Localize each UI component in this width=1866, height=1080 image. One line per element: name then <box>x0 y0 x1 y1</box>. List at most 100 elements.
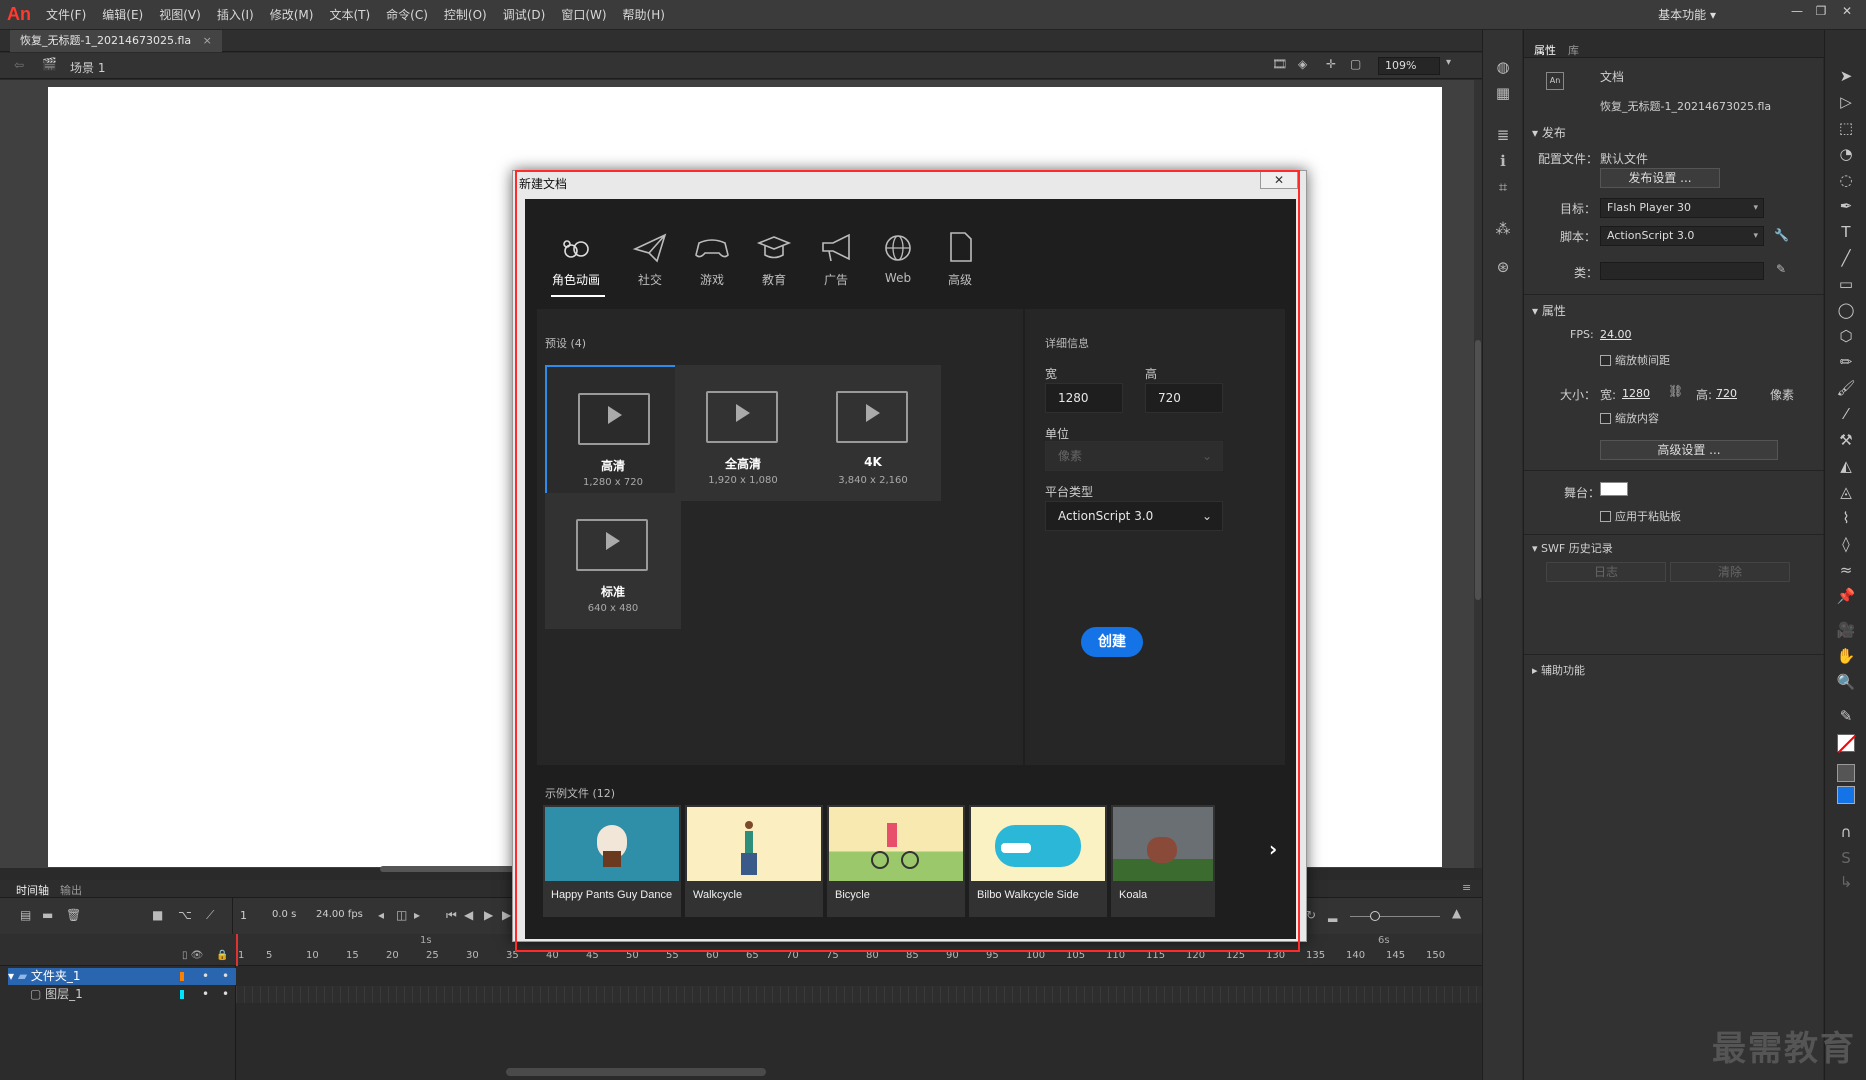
polystar-tool-icon[interactable]: ⬡ <box>1836 326 1856 346</box>
selection-tool-icon[interactable]: ➤ <box>1836 66 1856 86</box>
center-stage-icon[interactable]: ✛ <box>1326 57 1336 71</box>
target-select[interactable]: Flash Player 30 ▾ <box>1600 198 1764 218</box>
clip-stage-icon[interactable]: ▢ <box>1350 57 1361 71</box>
menu-modify[interactable]: 修改(M) <box>262 6 322 23</box>
step-forward-icon[interactable]: ▶ <box>502 908 511 922</box>
components-icon[interactable]: ⁂ <box>1493 220 1513 240</box>
straighten-icon[interactable]: ↳ <box>1836 872 1856 892</box>
bone-tool-icon[interactable]: ⚒ <box>1836 430 1856 450</box>
accessibility-section[interactable]: ▸ 辅助功能 <box>1532 662 1585 678</box>
fill-color-swatch[interactable] <box>1837 786 1855 804</box>
camera-layer-icon[interactable]: ■ <box>152 908 163 922</box>
workspace-switcher[interactable]: 基本功能 ▾ <box>1658 6 1716 23</box>
stroke-color-icon[interactable]: ✎ <box>1836 706 1856 726</box>
stage-color-swatch[interactable] <box>1600 482 1628 496</box>
insert-keyframe-icon[interactable]: ◫ <box>396 908 407 922</box>
fill-color-icon[interactable] <box>1837 764 1855 782</box>
free-transform-icon[interactable]: ⬚ <box>1836 118 1856 138</box>
clear-button[interactable]: 清除 <box>1670 562 1790 582</box>
3d-rotation-icon[interactable]: ◔ <box>1836 144 1856 164</box>
restore-button[interactable]: ❐ <box>1810 4 1832 22</box>
delete-layer-icon[interactable]: 🗑 <box>66 908 81 922</box>
script-select[interactable]: ActionScript 3.0 ▾ <box>1600 226 1764 246</box>
brush-tool-icon[interactable]: ⁄ <box>1836 404 1856 424</box>
tab-timeline[interactable]: 时间轴 <box>16 882 49 898</box>
attributes-section[interactable]: ▾ 属性 <box>1532 302 1566 319</box>
wrench-icon[interactable]: 🔧 <box>1774 228 1789 242</box>
zoom-in-frames-icon[interactable]: ▲ <box>1452 906 1461 920</box>
pencil-tool-icon[interactable]: ✏ <box>1836 352 1856 372</box>
frame-rate[interactable]: 24.00 fps <box>316 909 363 920</box>
frame-zoom-handle[interactable] <box>1370 911 1380 921</box>
menu-view[interactable]: 视图(V) <box>151 6 209 23</box>
info-icon[interactable]: ℹ <box>1493 152 1513 172</box>
log-button[interactable]: 日志 <box>1546 562 1666 582</box>
lock-column-icon[interactable]: 🔒 <box>216 950 228 961</box>
text-tool-icon[interactable]: T <box>1836 222 1856 242</box>
menu-control[interactable]: 控制(O) <box>436 6 495 23</box>
camera-tool-icon[interactable]: 🎥 <box>1836 620 1856 640</box>
swf-history-section[interactable]: ▾ SWF 历史记录 <box>1532 540 1613 556</box>
edit-class-icon[interactable]: ✎ <box>1776 262 1786 276</box>
tab-library[interactable]: 库 <box>1568 42 1579 58</box>
layer-color-chip[interactable] <box>180 990 184 999</box>
zoom-dropdown-icon[interactable]: ▾ <box>1446 57 1451 68</box>
publish-section[interactable]: ▾ 发布 <box>1532 124 1566 141</box>
scale-interval-checkbox[interactable]: 缩放帧间距 <box>1600 352 1670 368</box>
frame-grid[interactable] <box>236 966 1482 1080</box>
pin-tool-icon[interactable]: 📌 <box>1836 586 1856 606</box>
menu-debug[interactable]: 调试(D) <box>495 6 554 23</box>
eyedropper-icon[interactable]: ⌇ <box>1836 508 1856 528</box>
tab-output[interactable]: 输出 <box>60 882 82 898</box>
rectangle-tool-icon[interactable]: ▭ <box>1836 274 1856 294</box>
visibility-column-icon[interactable]: ▯ 👁 <box>182 950 203 961</box>
new-folder-icon[interactable]: ▬ <box>42 908 53 922</box>
go-first-frame-icon[interactable]: ⏮ <box>446 908 457 923</box>
menu-window[interactable]: 窗口(W) <box>553 6 614 23</box>
link-dimensions-icon[interactable]: ⛓ <box>1668 384 1683 398</box>
align-icon[interactable]: ≣ <box>1493 126 1513 146</box>
layer-row-folder[interactable]: ▾ ▰ 文件夹_1 • • <box>8 968 236 985</box>
width-value[interactable]: 1280 <box>1622 387 1650 400</box>
advanced-settings-button[interactable]: 高级设置 ... <box>1600 440 1778 460</box>
zoom-tool-icon[interactable]: 🔍 <box>1836 672 1856 692</box>
subselection-tool-icon[interactable]: ▷ <box>1836 92 1856 112</box>
parenting-icon[interactable]: ⌥ <box>178 908 192 922</box>
paint-brush-icon[interactable]: 🖌 <box>1836 378 1856 398</box>
next-keyframe-icon[interactable]: ▸ <box>414 908 420 922</box>
color-panel-icon[interactable]: ◍ <box>1493 58 1513 78</box>
scale-content-checkbox[interactable]: 缩放内容 <box>1600 410 1659 426</box>
loop-icon[interactable]: ↻ <box>1306 908 1316 922</box>
transform-icon[interactable]: ⌗ <box>1493 178 1513 198</box>
graph-icon[interactable]: ⟋ <box>206 908 214 923</box>
height-value[interactable]: 720 <box>1716 387 1737 400</box>
class-input[interactable] <box>1600 262 1764 280</box>
minimize-button[interactable]: — <box>1786 4 1808 22</box>
step-back-icon[interactable]: ◀ <box>464 908 473 922</box>
publish-settings-button[interactable]: 发布设置 ... <box>1600 168 1720 188</box>
layer-visible-dot[interactable]: • <box>202 986 209 1003</box>
menu-command[interactable]: 命令(C) <box>378 6 436 23</box>
zoom-out-frames-icon[interactable]: ▂ <box>1328 908 1337 922</box>
timeline-scrollbar[interactable] <box>506 1068 766 1076</box>
hand-tool-icon[interactable]: ✋ <box>1836 646 1856 666</box>
tab-properties[interactable]: 属性 <box>1534 42 1556 58</box>
play-icon[interactable]: ▶ <box>484 908 493 922</box>
snap-magnet-icon[interactable]: ∩ <box>1836 822 1856 842</box>
layer-lock-dot[interactable]: • <box>222 968 229 985</box>
vertical-scrollbar[interactable] <box>1474 80 1482 868</box>
menu-text[interactable]: 文本(T) <box>321 6 378 23</box>
document-tab[interactable]: 恢复_无标题-1_20214673025.fla × <box>10 30 222 52</box>
current-time[interactable]: 0.0 s <box>272 909 296 920</box>
menu-file[interactable]: 文件(F) <box>38 6 94 23</box>
cc-libraries-icon[interactable]: ⊛ <box>1493 258 1513 278</box>
no-color-swatch[interactable] <box>1837 734 1857 754</box>
back-arrow-icon[interactable]: ⇦ <box>14 58 24 72</box>
menu-edit[interactable]: 编辑(E) <box>94 6 151 23</box>
timeline-menu-icon[interactable]: ≡ <box>1462 881 1471 894</box>
eraser-icon[interactable]: ◊ <box>1836 534 1856 554</box>
current-frame[interactable]: 1 <box>240 909 247 922</box>
oval-tool-icon[interactable]: ◯ <box>1836 300 1856 320</box>
menu-insert[interactable]: 插入(I) <box>209 6 262 23</box>
zoom-select[interactable]: 109% <box>1378 57 1440 75</box>
